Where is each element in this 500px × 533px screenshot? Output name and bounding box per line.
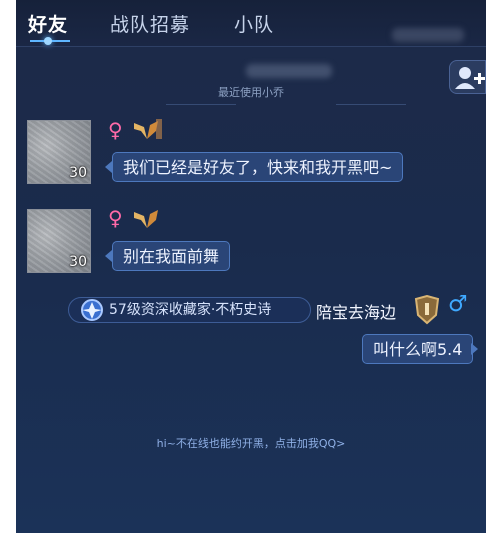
female-icon: ♀ [108, 118, 123, 142]
female-icon: ♀ [108, 206, 123, 230]
bubble-tail [471, 343, 478, 355]
divider-line [166, 104, 236, 105]
add-friend-icon [455, 67, 485, 89]
tab-friends[interactable]: 好友 [28, 10, 68, 37]
sender-name: 陪宝去海边 [316, 303, 397, 322]
friend-avatar[interactable]: 30 [27, 209, 91, 273]
rank-shield-icon [414, 295, 440, 325]
tab-squad[interactable]: 小队 [234, 10, 274, 37]
chat-subtitle: 最近使用小乔 [218, 86, 284, 99]
add-friend-button[interactable] [449, 60, 486, 94]
avatar-level: 30 [69, 254, 87, 270]
message-bubble: 别在我面前舞 [112, 241, 231, 271]
header-divider [16, 46, 486, 47]
friend-avatar[interactable]: 30 [27, 120, 91, 184]
tab-team-recruit[interactable]: 战队招募 [110, 10, 190, 37]
message-bubble: 我们已经是好友了，快来和我开黑吧~ [112, 152, 404, 182]
chat-screen: 好友 战队招募 小队 最近使用小乔 30 ♀ 我们已经是好友了，快来和我开黑吧~… [16, 0, 486, 533]
blurred-player-id [392, 28, 464, 42]
tab-bar: 好友 战队招募 小队 [16, 0, 486, 46]
divider-line [336, 104, 406, 105]
wing-badge-icon [134, 119, 162, 139]
bubble-tail [105, 161, 112, 173]
rank-emblem-icon [81, 299, 103, 321]
avatar-level: 30 [69, 165, 87, 181]
wing-badge-icon [134, 210, 158, 228]
male-icon: ♂ [448, 292, 468, 317]
bubble-tail [105, 250, 112, 262]
add-qq-invite-link[interactable]: hi~不在线也能约开黑，点击加我QQ> [16, 435, 486, 451]
reply-bubble: 叫什么啊5.4 [362, 334, 474, 364]
blurred-chat-title [246, 64, 332, 78]
tab-active-dot [44, 37, 52, 45]
